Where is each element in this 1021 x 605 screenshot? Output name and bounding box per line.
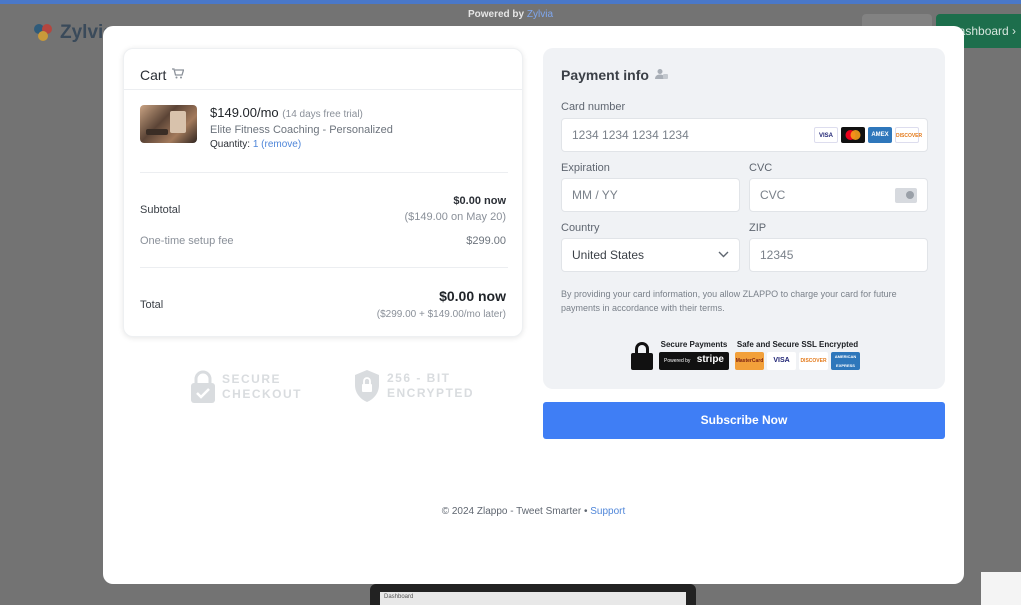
secure-payment-badges: Secure Payments Powered by stripe Safe a… bbox=[631, 340, 860, 370]
amex-icon: AMERICAN EXPRESS bbox=[831, 352, 860, 370]
background-card-content: Dashboard bbox=[380, 592, 686, 605]
quantity-label: Quantity: bbox=[210, 139, 251, 150]
item-price: $149.00/mo bbox=[210, 105, 279, 120]
payment-panel: Payment info Card number 1234 1234 1234 … bbox=[543, 48, 945, 389]
divider bbox=[140, 172, 508, 173]
quantity-line: Quantity: 1 (remove) bbox=[210, 139, 393, 150]
item-price-line: $149.00/mo (14 days free trial) bbox=[210, 105, 393, 120]
total-values: $0.00 now ($299.00 + $149.00/mo later) bbox=[377, 288, 506, 320]
secure-checkout-badge: SECURE CHECKOUT bbox=[190, 370, 302, 404]
encryption-badge: 256 - BIT ENCRYPTED bbox=[353, 369, 474, 403]
setup-fee-label: One-time setup fee bbox=[140, 235, 234, 247]
product-thumbnail bbox=[140, 105, 197, 143]
powered-by: Powered by Zylvia bbox=[467, 9, 554, 20]
total-now: $0.00 now bbox=[439, 288, 506, 304]
subtotal-now: $0.00 now bbox=[453, 195, 506, 207]
zip-label: ZIP bbox=[749, 222, 767, 234]
stripe-badge: Secure Payments Powered by stripe bbox=[659, 340, 729, 370]
expiration-label: Expiration bbox=[561, 162, 610, 174]
card-brand-icons: VISA AMEX DISCOVER bbox=[814, 127, 922, 143]
card-number-input[interactable]: 1234 1234 1234 1234 VISA AMEX DISCOVER bbox=[561, 118, 928, 152]
cart-title: Cart bbox=[140, 67, 167, 83]
powered-by-brand: Zylvia bbox=[526, 9, 554, 20]
authorization-notice: By providing your card information, you … bbox=[561, 289, 897, 313]
subtotal-later: ($149.00 on May 20) bbox=[404, 211, 506, 223]
chevron-down-icon bbox=[718, 247, 729, 261]
logo-icon bbox=[34, 24, 54, 42]
mastercard-icon: MasterCard bbox=[735, 352, 764, 370]
ssl-badge: Safe and Secure SSL Encrypted MasterCard… bbox=[735, 340, 860, 370]
top-accent-line bbox=[0, 0, 1021, 4]
cvc-input[interactable]: CVC bbox=[749, 178, 928, 212]
lock-check-icon bbox=[191, 370, 215, 403]
footer-text: © 2024 Zlappo - Tweet Smarter • bbox=[441, 506, 588, 517]
discover-icon: DISCOVER bbox=[895, 127, 922, 143]
app-logo: Zylvia bbox=[34, 22, 114, 44]
shopping-cart-icon bbox=[172, 68, 185, 82]
quantity-value[interactable]: 1 bbox=[253, 139, 259, 150]
product-name: Elite Fitness Coaching - Personalized bbox=[210, 124, 393, 136]
remove-link[interactable]: (remove) bbox=[261, 139, 301, 150]
footer: © 2024 Zlappo - Tweet Smarter • Support bbox=[103, 506, 964, 517]
payment-title: Payment info bbox=[561, 67, 668, 83]
powered-by-stripe: Powered by stripe bbox=[659, 352, 729, 370]
background-widget bbox=[981, 572, 1021, 605]
total-later: ($299.00 + $149.00/mo later) bbox=[376, 309, 506, 320]
cvc-card-icon bbox=[895, 188, 917, 203]
divider bbox=[140, 267, 508, 268]
card-number-label: Card number bbox=[561, 101, 626, 113]
discover-icon: DISCOVER bbox=[799, 352, 828, 370]
visa-icon: VISA bbox=[767, 352, 796, 370]
subtotal-values: $0.00 now ($149.00 on May 20) bbox=[404, 195, 506, 223]
visa-icon: VISA bbox=[814, 127, 838, 143]
cart-item: $149.00/mo (14 days free trial) Elite Fi… bbox=[140, 105, 393, 150]
total-label: Total bbox=[140, 299, 164, 311]
subtotal-label: Subtotal bbox=[140, 204, 181, 216]
padlock-icon bbox=[631, 342, 653, 370]
amex-icon: AMEX bbox=[868, 127, 892, 143]
mastercard-icon bbox=[841, 127, 865, 143]
cart-header: Cart bbox=[124, 49, 522, 90]
expiration-input[interactable]: MM / YY bbox=[561, 178, 740, 212]
country-label: Country bbox=[561, 222, 600, 234]
zip-input[interactable]: 12345 bbox=[749, 238, 928, 272]
user-card-icon bbox=[654, 68, 668, 83]
country-select[interactable]: United States bbox=[561, 238, 740, 272]
cvc-label: CVC bbox=[749, 162, 773, 174]
checkout-modal: Cart $149.00/mo (14 days free trial) Eli… bbox=[103, 26, 964, 584]
trial-note: (14 days free trial) bbox=[282, 109, 363, 120]
cart-panel: Cart $149.00/mo (14 days free trial) Eli… bbox=[123, 48, 523, 337]
setup-fee-value: $299.00 bbox=[466, 235, 506, 247]
subscribe-button[interactable]: Subscribe Now bbox=[543, 402, 945, 439]
support-link[interactable]: Support bbox=[590, 506, 625, 517]
shield-lock-icon bbox=[355, 370, 379, 402]
